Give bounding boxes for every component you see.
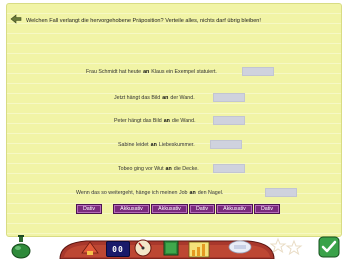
answer-slot[interactable] [213, 116, 245, 125]
sentence-after: der Wand. [170, 95, 195, 101]
preposition: an [162, 95, 169, 101]
sentence-row: Wenn das so weitergeht, hänge ich meinen… [76, 188, 223, 198]
speech-bubble-icon[interactable] [228, 239, 252, 255]
sentence-after: die Wand. [171, 118, 196, 124]
counter-value: 00 [112, 244, 124, 254]
potion-icon[interactable] [10, 235, 32, 259]
gauge-icon[interactable] [134, 239, 152, 257]
counter-display: 00 [106, 241, 130, 257]
answer-slot[interactable] [213, 164, 245, 173]
preposition: an [163, 118, 170, 124]
sentence-before: Peter hängt das Bild [114, 118, 162, 124]
sentence-after: die Decke. [173, 166, 199, 172]
sentence-list: Frau Schmidt hat heute an Klaus ein Exem… [7, 4, 341, 236]
answer-slot[interactable] [210, 140, 242, 149]
sentence-row: Sabine leidet an Liebeskummer. [118, 140, 195, 150]
tile-akkusativ[interactable]: Akkusativ [151, 204, 188, 214]
preposition: an [150, 142, 157, 148]
bottom-toolbar: 00 [0, 235, 344, 259]
preposition: an [143, 69, 150, 75]
answer-slot[interactable] [213, 93, 245, 102]
sentence-after: den Nagel. [197, 190, 224, 196]
book-icon[interactable] [162, 239, 180, 257]
sentence-row: Jetzt hängt das Bild an der Wand. [114, 93, 195, 103]
sentence-row: Tobeo ging vor Wut an die Decke. [118, 164, 199, 174]
sentence-row: Frau Schmidt hat heute an Klaus ein Exem… [86, 67, 217, 77]
sentence-row: Peter hängt das Bild an die Wand. [114, 116, 196, 126]
sentence-before: Jetzt hängt das Bild [114, 95, 161, 101]
tile-akkusativ[interactable]: Akkusativ [113, 204, 150, 214]
app-window: Welchen Fall verlangt die hervorgehobene… [0, 0, 344, 259]
tile-dativ[interactable]: Dativ [254, 204, 280, 214]
rocket-icon[interactable] [80, 239, 100, 257]
check-icon[interactable] [318, 236, 340, 258]
sentence-before: Frau Schmidt hat heute [86, 69, 142, 75]
preposition: an [189, 190, 196, 196]
tile-akkusativ[interactable]: Akkusativ [216, 204, 253, 214]
sentence-before: Tobeo ging vor Wut [118, 166, 164, 172]
level-bars-icon[interactable] [188, 238, 210, 258]
answer-slot[interactable] [242, 67, 274, 76]
stars-icon [270, 237, 303, 256]
tile-dativ[interactable]: Dativ [189, 204, 215, 214]
sentence-after: Liebeskummer. [158, 142, 195, 148]
answer-slot[interactable] [265, 188, 297, 197]
sentence-before: Wenn das so weitergeht, hänge ich meinen… [76, 190, 188, 196]
sentence-before: Sabine leidet [118, 142, 149, 148]
tile-dativ[interactable]: Dativ [76, 204, 102, 214]
preposition: an [165, 166, 172, 172]
exercise-sheet: Welchen Fall verlangt die hervorgehobene… [6, 3, 342, 237]
sentence-after: Klaus ein Exempel statuiert. [151, 69, 217, 75]
